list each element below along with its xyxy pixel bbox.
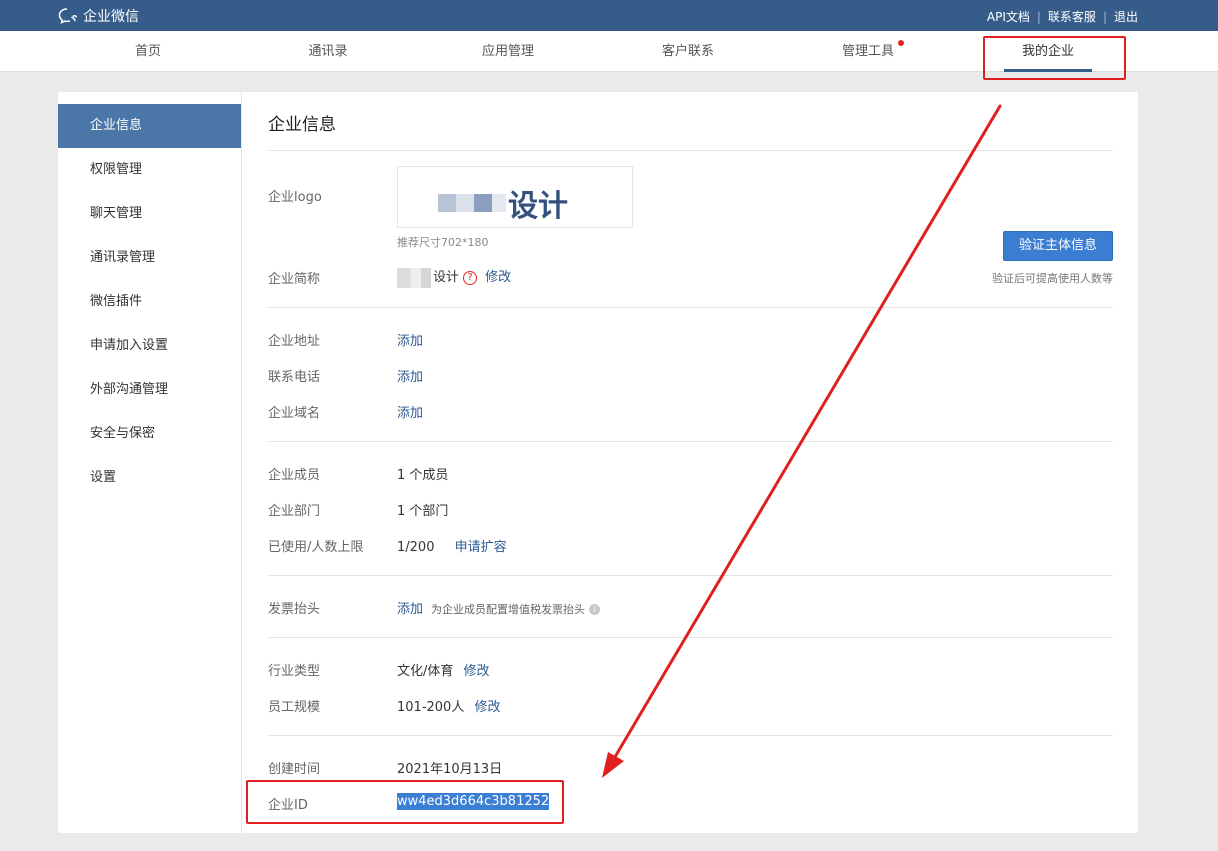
logout-link[interactable]: 退出 [1114,8,1138,25]
departments-value: 1 个部门 [397,504,449,519]
enterprise-logo[interactable]: 设计 [397,166,633,228]
nav-customer-contact[interactable]: 客户联系 [598,31,778,72]
nav-app-management[interactable]: 应用管理 [418,31,598,72]
industry-value: 文化/体育 [397,664,454,679]
annotation-box-corp-id [246,780,564,824]
address-label: 企业地址 [268,334,321,349]
sidebar-item-external-communication[interactable]: 外部沟通管理 [58,368,241,412]
domain-add-link[interactable]: 添加 [397,402,423,421]
invoice-tip: 为企业成员配置增值税发票抬头 [431,603,586,616]
brand[interactable]: 企业微信 [58,6,139,26]
page-title: 企业信息 [268,115,336,135]
members-label: 企业成员 [268,468,321,483]
divider [268,735,1113,736]
short-name-label: 企业简称 [268,272,321,287]
sidebar-item-permissions[interactable]: 权限管理 [58,148,241,192]
brand-name: 企业微信 [83,9,139,25]
scale-row: 101-200人 修改 [397,696,500,715]
members-value: 1 个成员 [397,468,449,483]
created-value: 2021年10月13日 [397,762,503,777]
sidebar-item-settings[interactable]: 设置 [58,456,241,500]
divider [268,575,1113,576]
sidebar: 企业信息 权限管理 聊天管理 通讯录管理 微信插件 申请加入设置 外部沟通管理 … [58,92,242,833]
api-docs-link[interactable]: API文档 [987,8,1030,25]
nav-management-tools[interactable]: 管理工具 [778,31,958,72]
logo-text: 设计 [508,189,568,224]
sidebar-item-security[interactable]: 安全与保密 [58,412,241,456]
verify-entity-button[interactable]: 验证主体信息 [1003,231,1113,261]
blurred-name [397,267,431,288]
created-label: 创建时间 [268,762,321,777]
divider [268,307,1113,308]
address-add-link[interactable]: 添加 [397,330,423,349]
wecom-logo-icon [58,8,78,24]
nav-home[interactable]: 首页 [58,31,238,72]
verify-tip: 验证后可提高使用人数等 [992,272,1113,285]
phone-label: 联系电话 [268,370,321,385]
invoice-add-link[interactable]: 添加 [397,602,423,617]
industry-row: 文化/体育 修改 [397,660,490,679]
scale-label: 员工规模 [268,700,321,715]
usage-label: 已使用/人数上限 [268,540,364,555]
invoice-row: 添加 为企业成员配置增值税发票抬头 i [397,598,601,617]
divider [268,637,1113,638]
link-separator: | [1102,9,1107,24]
industry-label: 行业类型 [268,664,321,679]
scale-value: 101-200人 [397,700,465,715]
phone-add-link[interactable]: 添加 [397,366,423,385]
divider [268,150,1113,151]
nav-contacts[interactable]: 通讯录 [238,31,418,72]
logo-label: 企业logo [268,190,322,205]
apply-expand-link[interactable]: 申请扩容 [455,540,507,555]
info-icon[interactable]: i [589,604,601,615]
help-icon[interactable]: ? [463,270,478,285]
scale-edit-link[interactable]: 修改 [474,700,500,715]
top-bar: 企业微信 API文档 | 联系客服 | 退出 [0,0,1218,31]
domain-label: 企业域名 [268,406,321,421]
industry-edit-link[interactable]: 修改 [464,664,490,679]
short-name-row: 设计? 修改 [397,266,511,288]
departments-label: 企业部门 [268,504,321,519]
invoice-label: 发票抬头 [268,602,321,617]
divider [268,441,1113,442]
contact-support-link[interactable]: 联系客服 [1048,8,1096,25]
top-links: API文档 | 联系客服 | 退出 [987,8,1138,25]
main-panel: 企业信息 权限管理 聊天管理 通讯录管理 微信插件 申请加入设置 外部沟通管理 … [58,92,1138,833]
short-name-edit-link[interactable]: 修改 [485,270,511,285]
sidebar-item-contacts-management[interactable]: 通讯录管理 [58,236,241,280]
enterprise-info-content: 企业信息 企业logo 设计 推荐尺寸702*180 验证主体信息 验证后可提高… [268,92,1113,833]
logo-size-hint: 推荐尺寸702*180 [397,236,489,249]
notification-dot [898,40,904,46]
sidebar-item-wechat-plugin[interactable]: 微信插件 [58,280,241,324]
short-name-value: 设计 [433,270,460,285]
usage-row: 1/200 申请扩容 [397,536,507,555]
sidebar-item-join-settings[interactable]: 申请加入设置 [58,324,241,368]
annotation-box-my-enterprise [983,36,1126,80]
link-separator: | [1036,9,1041,24]
usage-value: 1/200 [397,540,435,555]
sidebar-item-enterprise-info[interactable]: 企业信息 [58,104,241,148]
sidebar-item-chat-management[interactable]: 聊天管理 [58,192,241,236]
